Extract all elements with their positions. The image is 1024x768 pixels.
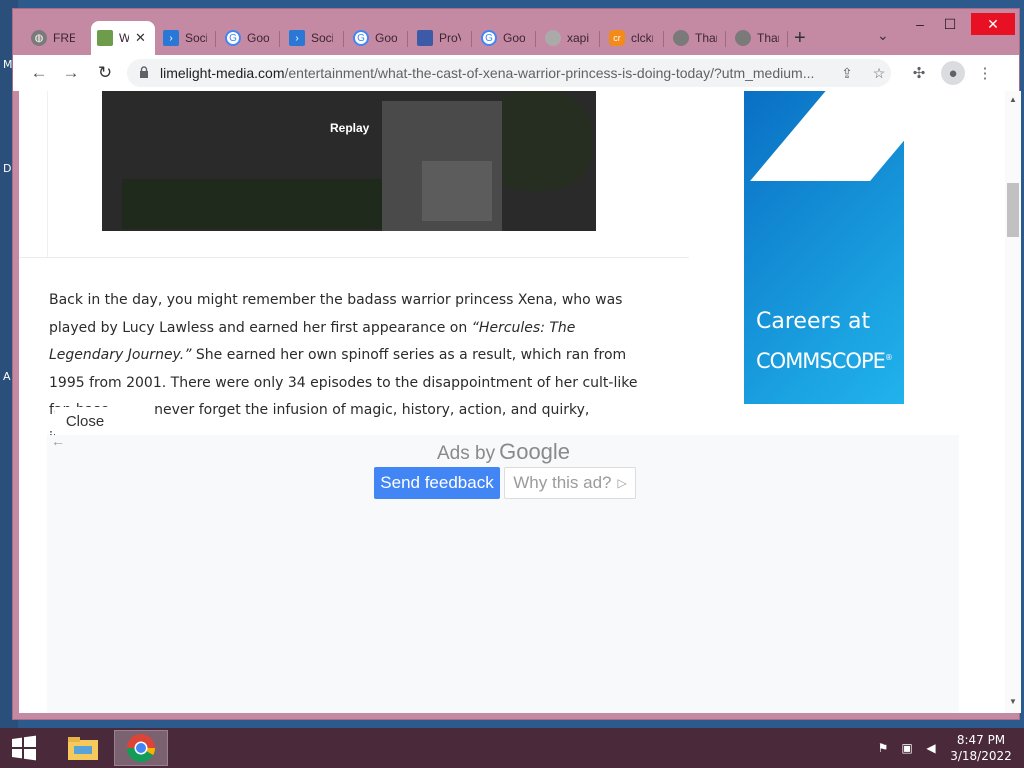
desktop-icon-label[interactable]: A xyxy=(3,370,11,383)
cr-icon: cr xyxy=(609,30,625,46)
tab-title: Goo xyxy=(375,31,397,45)
send-feedback-button[interactable]: Send feedback xyxy=(374,467,500,499)
bookmark-star-icon[interactable]: ☆ xyxy=(869,63,889,83)
close-ad-button[interactable]: Close xyxy=(55,407,115,435)
profile-avatar-icon[interactable]: ● xyxy=(941,61,965,85)
share-icon[interactable]: ⇪ xyxy=(837,63,857,83)
page-viewport: Replay Back in the day, you might rememb… xyxy=(19,91,1005,713)
tab-active[interactable]: W ✕ xyxy=(91,21,155,55)
tab[interactable]: ProV xyxy=(411,23,467,53)
google-icon: G xyxy=(353,30,369,46)
maximize-button[interactable]: ☐ xyxy=(933,13,967,35)
scroll-down-icon[interactable]: ▼ xyxy=(1009,697,1017,706)
globe-icon: ◍ xyxy=(31,30,47,46)
chrome-icon xyxy=(126,734,155,762)
tab-strip: ◍ FREE W ✕ › Soci G Goo › Soci G Goo xyxy=(13,9,1019,55)
replay-button[interactable]: Replay xyxy=(330,121,369,135)
browser-toolbar: ← → ↻ limelight-media.com/entertainment/… xyxy=(13,55,1019,91)
sidebar-ad-banner[interactable]: Careers at COMMSCOPE® xyxy=(744,91,904,404)
close-window-button[interactable]: ✕ xyxy=(971,13,1015,35)
tab-search-button[interactable]: ⌄ xyxy=(877,27,889,44)
vertical-scrollbar[interactable]: ▲ ▼ xyxy=(1005,91,1021,713)
folder-icon xyxy=(68,737,98,760)
system-clock[interactable]: 8:47 PM 3/18/2022 xyxy=(945,732,1017,764)
tab[interactable]: G Goo xyxy=(347,23,403,53)
adchoices-icon: ▷ xyxy=(617,476,627,490)
tab-title: FREE xyxy=(53,31,75,45)
reload-button[interactable]: ↻ xyxy=(93,61,117,85)
scroll-up-icon[interactable]: ▲ xyxy=(1009,95,1017,104)
menu-kebab-icon[interactable]: ⋮ xyxy=(973,61,997,85)
address-bar[interactable]: limelight-media.com/entertainment/what-t… xyxy=(127,59,891,87)
desktop-icon-label[interactable]: D xyxy=(3,162,11,175)
tab-title: Soci xyxy=(311,31,333,45)
globe-icon xyxy=(673,30,689,46)
tab[interactable]: cr clckr xyxy=(603,23,659,53)
ad-brand-logo: COMMSCOPE® xyxy=(756,349,893,373)
clock-date: 3/18/2022 xyxy=(950,749,1012,763)
windows-logo-icon xyxy=(12,735,36,761)
google-icon: G xyxy=(225,30,241,46)
start-button[interactable] xyxy=(6,734,42,762)
taskbar: ⚑ ▣ ◀ 8:47 PM 3/18/2022 xyxy=(0,728,1024,768)
tab[interactable]: xapi xyxy=(539,23,595,53)
ad-headline: Careers at xyxy=(756,309,871,334)
tab-title: clckr xyxy=(631,31,653,45)
volume-muted-icon[interactable]: ◀ xyxy=(922,740,940,756)
tab[interactable]: ◍ FREE xyxy=(25,23,81,53)
tab[interactable]: › Soci xyxy=(157,23,213,53)
scrollbar-thumb[interactable] xyxy=(1007,183,1019,237)
ads-by-google-label: Ads by Google xyxy=(437,439,571,464)
action-center-flag-icon[interactable]: ⚑ xyxy=(874,740,892,756)
why-this-ad-button[interactable]: Why this ad? ▷ xyxy=(504,467,636,499)
clock-time: 8:47 PM xyxy=(956,733,1006,747)
tab-title: ProV xyxy=(439,31,461,45)
tab-title: Soci xyxy=(185,31,207,45)
back-arrow-icon[interactable]: ← xyxy=(51,433,65,449)
google-icon: G xyxy=(481,30,497,46)
tab-title: Goo xyxy=(247,31,269,45)
tab[interactable]: G Goo xyxy=(475,23,531,53)
map-icon xyxy=(97,30,113,46)
arrow-icon: › xyxy=(289,30,305,46)
new-tab-button[interactable]: + xyxy=(794,27,806,50)
network-icon[interactable]: ▣ xyxy=(898,740,916,756)
file-explorer-taskbar-button[interactable] xyxy=(56,730,110,766)
divider xyxy=(19,257,689,258)
close-tab-icon[interactable]: ✕ xyxy=(135,30,146,46)
forward-button[interactable]: → xyxy=(59,61,83,85)
article-body: Back in the day, you might remember the … xyxy=(49,287,649,452)
globe-icon xyxy=(735,30,751,46)
tab[interactable]: Thar xyxy=(729,23,785,53)
tab[interactable]: › Soci xyxy=(283,23,339,53)
arrow-icon: › xyxy=(163,30,179,46)
tab-title: Thar xyxy=(757,31,779,45)
chrome-taskbar-button[interactable] xyxy=(114,730,168,766)
url-text[interactable]: limelight-media.com/entertainment/what-t… xyxy=(160,65,832,81)
window-icon xyxy=(417,30,433,46)
tab[interactable]: G Goo xyxy=(219,23,275,53)
back-button[interactable]: ← xyxy=(27,61,51,85)
tab[interactable]: Thar xyxy=(667,23,723,53)
lock-icon[interactable] xyxy=(139,66,149,78)
minimize-button[interactable]: – xyxy=(903,13,937,35)
tab-title: Goo xyxy=(503,31,525,45)
extensions-icon[interactable]: ✣ xyxy=(907,61,931,85)
tab-title: Thar xyxy=(695,31,717,45)
video-player[interactable]: Replay xyxy=(102,91,596,231)
tab-title: xapi xyxy=(567,31,589,45)
globe-icon xyxy=(545,30,561,46)
ad-feedback-overlay: ← Ads by Google Send feedback Why this ad… xyxy=(47,433,959,713)
browser-window: ◍ FREE W ✕ › Soci G Goo › Soci G Goo xyxy=(12,8,1021,720)
tab-title: W xyxy=(119,31,129,45)
